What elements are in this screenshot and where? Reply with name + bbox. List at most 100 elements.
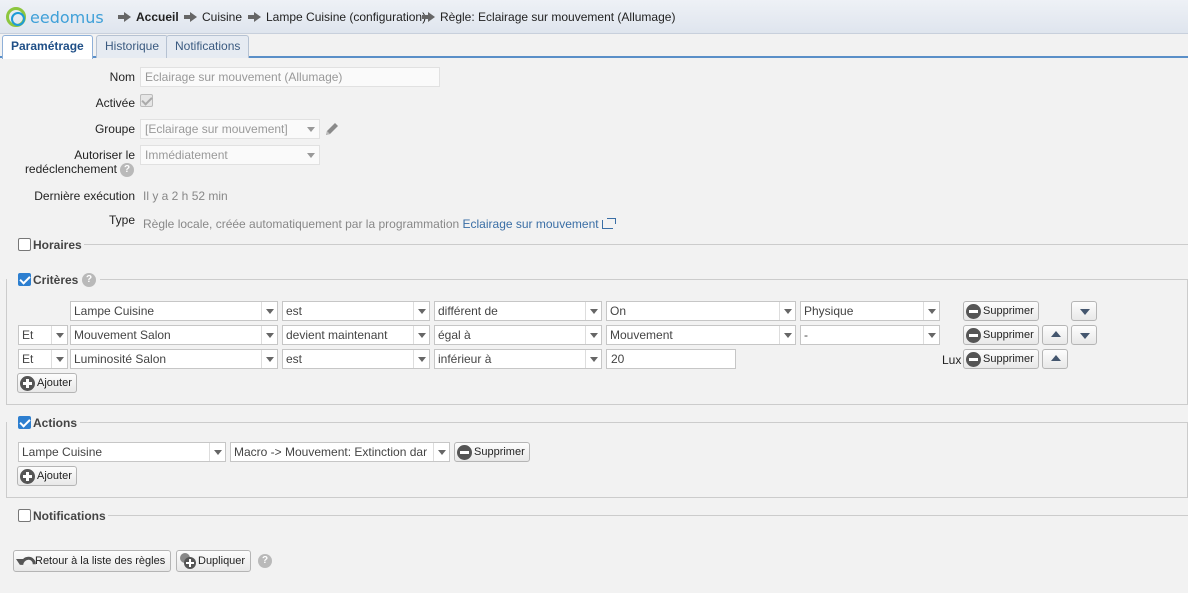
criteria-operator-select[interactable]: différent de [434,301,602,321]
activee-label: Activée [95,96,135,110]
ajouter-criteria-button[interactable]: Ajouter [17,373,77,393]
select-value: inférieur à [438,352,492,366]
select-value: Macro -> Mouvement: Extinction dar [234,445,428,459]
chevron-down-icon [413,326,429,344]
chevron-down-icon [923,326,939,344]
criteria-value-input[interactable]: 20 [606,349,736,369]
criteria-operator-select[interactable]: égal à [434,325,602,345]
autoriser-label-line1: Autoriser le [74,148,135,162]
help-icon[interactable]: ? [82,273,96,287]
breadcrumb-arrow-icon [118,12,132,22]
breadcrumb-item-accueil[interactable]: Accueil [118,10,179,24]
derniere-value: Il y a 2 h 52 min [143,189,228,203]
chevron-down-icon [209,443,225,461]
chevron-down-icon [585,302,601,320]
select-value: On [610,304,627,318]
retour-button[interactable]: Retour à la liste des règles [13,550,172,572]
eedomus-logo[interactable]: eedomus [6,6,104,28]
select-value: Physique [804,304,854,318]
help-icon[interactable]: ? [258,554,272,568]
autoriser-label-line2: redéclenchement [24,162,117,176]
type-link[interactable]: Eclairage sur mouvement [463,217,616,231]
tab-bar: Paramétrage Historique Notifications [0,34,1188,59]
criteria-source-select[interactable]: - [800,325,940,345]
chevron-down-icon [779,302,795,320]
criteria-value-select[interactable]: On [606,301,796,321]
supprimer-button[interactable]: Supprimer [963,349,1039,369]
criteria-source-select[interactable]: Physique [800,301,940,321]
chevron-down-icon [261,350,277,368]
activee-checkbox[interactable] [140,94,153,107]
action-device-select[interactable]: Lampe Cuisine [18,442,226,462]
supprimer-button[interactable]: Supprimer [963,325,1039,345]
select-value: Luminosité Salon [74,352,167,366]
select-value: est [286,352,303,366]
supprimer-button[interactable]: Supprimer [963,301,1039,321]
undo-icon [17,554,33,568]
select-value: Mouvement [610,328,673,342]
tab-parametrage[interactable]: Paramétrage [2,35,93,59]
notifications-checkbox[interactable] [18,509,31,522]
criteria-device-select[interactable]: Mouvement Salon [70,325,278,345]
supprimer-button[interactable]: Supprimer [454,442,530,462]
tab-historique[interactable]: Historique [96,35,169,58]
help-icon[interactable]: ? [120,163,134,177]
actions-checkbox[interactable] [18,416,31,429]
dupliquer-button[interactable]: Dupliquer [176,550,252,572]
criteria-verb-select[interactable]: devient maintenant [282,325,430,345]
select-value: Et [22,328,34,342]
chevron-down-icon [51,350,67,368]
chevron-down-icon [779,326,795,344]
tab-notifications[interactable]: Notifications [166,35,250,58]
button-label: Supprimer [983,305,1034,317]
criteria-device-select[interactable]: Lampe Cuisine [70,301,278,321]
horaires-title: Horaires [33,238,82,252]
duplicate-icon [180,553,196,569]
breadcrumb-item-regle[interactable]: Règle: Eclairage sur mouvement (Allumage… [422,10,675,24]
external-link-icon [601,218,616,229]
edit-pencil-icon[interactable] [324,121,340,137]
criteres-checkbox[interactable] [18,273,31,286]
select-value: Et [22,352,34,366]
chevron-down-icon [51,326,67,344]
select-value: est [286,304,303,318]
autoriser-label: Autoriser le [0,148,135,162]
groupe-select[interactable]: [Eclairage sur mouvement] [140,119,320,139]
autoriser-select[interactable]: Immédiatement [140,145,320,165]
horaires-divider [84,244,1188,245]
type-label: Type [108,213,135,227]
button-label: Ajouter [37,470,72,482]
breadcrumb-item-lampe[interactable]: Lampe Cuisine (configuration) [248,10,426,24]
criteria-verb-select[interactable]: est [282,301,430,321]
derniere-label: Dernière exécution [34,189,135,203]
select-value: - [804,328,808,342]
criteria-conjunction-select[interactable]: Et [18,349,68,369]
actions-title: Actions [33,416,78,430]
criteria-value-select[interactable]: Mouvement [606,325,796,345]
button-label: Retour à la liste des règles [35,555,166,567]
nom-field[interactable]: Eclairage sur mouvement (Allumage) [140,67,440,87]
type-value: Règle locale, créée automatiquement par … [143,217,616,231]
breadcrumb-item-cuisine[interactable]: Cuisine [184,10,242,24]
chevron-down-icon [261,326,277,344]
button-label: Supprimer [474,446,525,458]
plus-circle-icon [20,375,35,391]
move-up-button[interactable] [1042,349,1068,369]
chevron-down-icon [413,350,429,368]
minus-circle-icon [457,444,472,460]
ajouter-action-button[interactable]: Ajouter [17,466,77,486]
minus-circle-icon [966,351,981,367]
move-down-button[interactable] [1071,301,1097,321]
select-value: Mouvement Salon [74,328,171,342]
move-up-button[interactable] [1042,325,1068,345]
unit-label: Lux [942,353,962,367]
criteria-conjunction-select[interactable]: Et [18,325,68,345]
horaires-checkbox[interactable] [18,238,31,251]
criteria-verb-select[interactable]: est [282,349,430,369]
chevron-down-icon [261,302,277,320]
criteria-operator-select[interactable]: inférieur à [434,349,602,369]
criteria-device-select[interactable]: Luminosité Salon [70,349,278,369]
criteres-title: Critères [33,273,79,287]
move-down-button[interactable] [1071,325,1097,345]
action-type-select[interactable]: Macro -> Mouvement: Extinction dar [230,442,450,462]
